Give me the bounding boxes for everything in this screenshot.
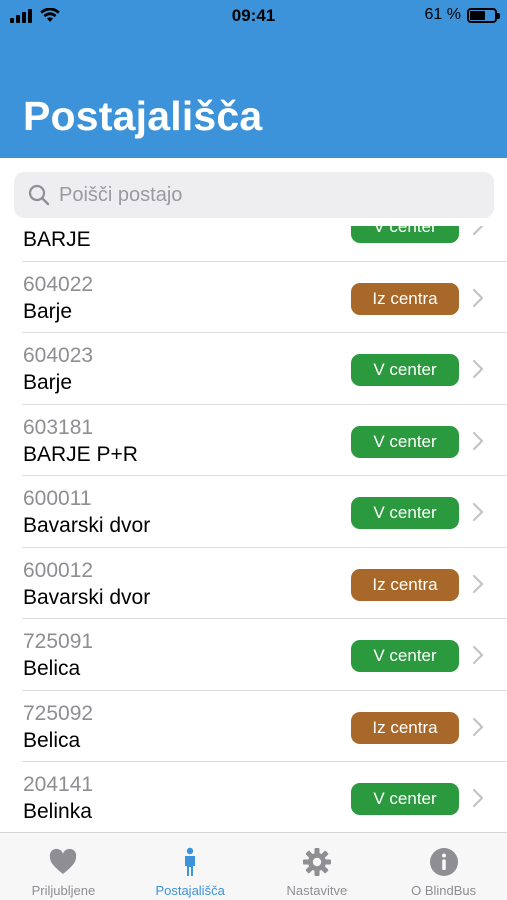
search-input[interactable] <box>59 183 459 207</box>
stop-code: 725091 <box>23 630 94 653</box>
stop-name: Bavarski dvor <box>23 514 151 537</box>
chevron-right-icon <box>472 788 484 808</box>
list-item[interactable]: 600011 Bavarski dvor V center <box>22 476 507 548</box>
chevron-right-icon <box>472 574 484 593</box>
info-icon <box>429 848 458 876</box>
direction-badge: Iz centra <box>351 711 459 744</box>
stop-code: 603181 <box>23 415 94 439</box>
header: 09:41 61 % Postajališča <box>0 0 507 158</box>
direction-badge: V center <box>351 497 459 529</box>
direction-badge: Iz centra <box>351 568 459 601</box>
list-item[interactable]: 725091 Belica V center <box>22 619 507 691</box>
tab-heart[interactable]: Priljubljene <box>0 833 127 900</box>
search-icon <box>28 184 50 206</box>
chevron-right-icon <box>472 645 484 665</box>
list-item[interactable]: 725092 Belica Iz centra <box>22 691 507 762</box>
direction-badge: V center <box>351 783 459 815</box>
stop-code: 604023 <box>23 344 94 367</box>
gear-icon <box>302 848 331 876</box>
direction-badge: V center <box>351 640 459 672</box>
status-bar: 09:41 61 % <box>0 0 507 32</box>
chevron-right-icon <box>472 502 484 522</box>
list-item[interactable]: BARJE V center <box>22 226 507 262</box>
person-icon <box>185 847 196 876</box>
tab-bar: Priljubljene Postajališča Nastavitve O B… <box>0 832 507 900</box>
heart-icon <box>50 848 77 874</box>
stop-code: 204141 <box>23 773 94 796</box>
direction-badge: Iz centra <box>351 282 459 315</box>
stop-name: Barje <box>23 299 73 323</box>
stop-name: Bavarski dvor <box>23 585 151 609</box>
search-bar[interactable] <box>14 172 494 218</box>
chevron-right-icon <box>472 226 484 236</box>
stop-name: Belica <box>23 728 81 752</box>
direction-badge: V center <box>351 425 459 458</box>
stop-code: 600011 <box>23 487 92 510</box>
direction-badge: V center <box>351 354 459 386</box>
stop-name: Barje <box>23 371 73 394</box>
stop-code: 600012 <box>23 558 94 582</box>
tab-gear[interactable]: Nastavitve <box>254 833 381 900</box>
stop-code: 725092 <box>23 701 94 725</box>
tab-label: O BlindBus <box>411 883 477 898</box>
page-title: Postajališča <box>23 93 263 139</box>
list-item[interactable]: 603181 BARJE P+R V center <box>22 405 507 476</box>
chevron-right-icon <box>472 431 484 450</box>
stop-name: BARJE P+R <box>23 442 138 466</box>
stop-name: BARJE <box>23 228 91 251</box>
list-item[interactable]: 604023 Barje V center <box>22 333 507 405</box>
list-item[interactable]: 204141 Belinka V center <box>22 762 507 832</box>
chevron-right-icon <box>472 359 484 379</box>
direction-badge: V center <box>351 226 459 243</box>
stop-code: 604022 <box>23 272 94 296</box>
tab-info[interactable]: O BlindBus <box>380 833 507 900</box>
chevron-right-icon <box>472 288 484 307</box>
stop-name: Belica <box>23 657 81 680</box>
battery-icon <box>467 7 500 23</box>
list-item[interactable]: 604022 Barje Iz centra <box>22 262 507 333</box>
tab-label: Priljubljene <box>31 883 96 898</box>
tab-label: Nastavitve <box>286 883 348 898</box>
stop-list[interactable]: BARJE V center 604022 Barje Iz centra 60… <box>0 226 507 832</box>
tab-person[interactable]: Postajališča <box>127 833 254 900</box>
battery-percent: 61 % <box>424 6 461 23</box>
chevron-right-icon <box>472 717 484 736</box>
list-item[interactable]: 600012 Bavarski dvor Iz centra <box>22 548 507 619</box>
tab-label: Postajališča <box>155 883 225 898</box>
stop-name: Belinka <box>23 800 92 823</box>
